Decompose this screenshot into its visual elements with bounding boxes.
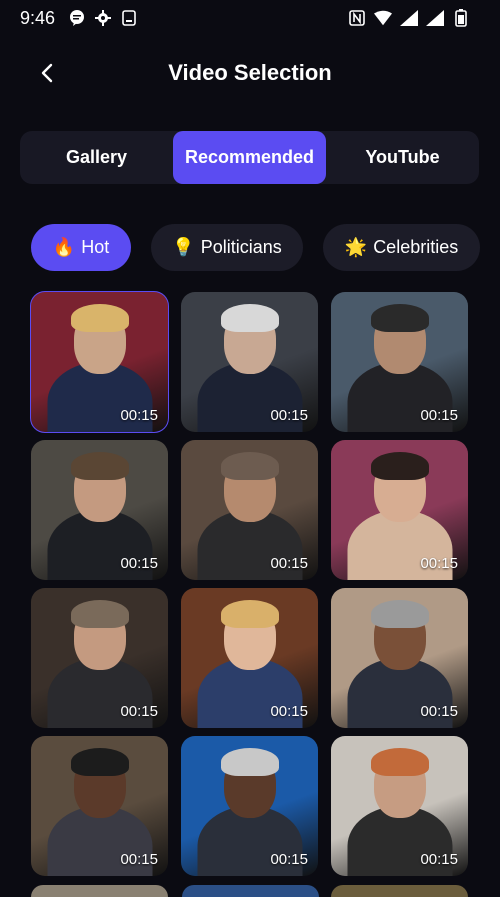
category-chips: 🔥 Hot 💡 Politicians 🌟 Celebrities <box>31 224 481 271</box>
video-duration: 00:15 <box>120 555 158 572</box>
video-thumbnail[interactable]: 00:15 <box>31 736 168 876</box>
video-duration: 00:15 <box>420 555 458 572</box>
next-row-preview <box>31 885 471 897</box>
video-duration: 00:15 <box>270 555 308 572</box>
video-thumbnail[interactable]: 00:15 <box>331 440 468 580</box>
tab-recommended[interactable]: Recommended <box>173 131 326 184</box>
person-hair <box>370 304 429 332</box>
video-thumbnail-partial[interactable] <box>182 885 319 897</box>
person-hair <box>220 304 279 332</box>
person-hair <box>220 748 279 776</box>
video-thumbnail[interactable]: 00:15 <box>31 440 168 580</box>
video-thumbnail[interactable]: 00:15 <box>181 292 318 432</box>
video-duration: 00:15 <box>120 851 158 868</box>
person-hair <box>220 452 279 480</box>
video-thumbnail[interactable]: 00:15 <box>181 440 318 580</box>
person-hair <box>220 600 279 628</box>
video-duration: 00:15 <box>420 703 458 720</box>
chip-label: Politicians <box>200 237 282 257</box>
tab-gallery[interactable]: Gallery <box>20 131 173 184</box>
person-hair <box>70 452 129 480</box>
video-duration: 00:15 <box>270 851 308 868</box>
page-title: Video Selection <box>168 60 332 85</box>
tab-youtube[interactable]: YouTube <box>326 131 479 184</box>
video-thumbnail[interactable]: 00:15 <box>331 588 468 728</box>
chip-celebrities[interactable]: 🌟 Celebrities <box>323 224 480 271</box>
header: Video Selection <box>0 50 500 96</box>
cell-signal-icon <box>400 9 418 27</box>
video-duration: 00:15 <box>420 851 458 868</box>
message-bubble-icon <box>68 9 86 27</box>
video-thumbnail[interactable]: 00:15 <box>181 736 318 876</box>
status-time: 9:46 <box>20 8 56 28</box>
fire-icon: 🔥 <box>52 237 76 257</box>
chip-hot[interactable]: 🔥 Hot <box>31 224 131 271</box>
video-thumbnail[interactable]: 00:15 <box>331 292 468 432</box>
video-thumbnail-partial[interactable] <box>331 885 468 897</box>
video-duration: 00:15 <box>120 407 158 424</box>
video-thumbnail-partial[interactable] <box>31 885 168 897</box>
status-bar: 9:46 <box>0 0 500 38</box>
video-thumbnail[interactable]: 00:15 <box>331 736 468 876</box>
settings-gear-icon <box>94 9 112 27</box>
video-thumbnail[interactable]: 00:15 <box>31 588 168 728</box>
video-duration: 00:15 <box>270 407 308 424</box>
person-hair <box>370 600 429 628</box>
person-hair <box>70 304 129 332</box>
chip-label: Celebrities <box>373 237 459 257</box>
chip-politicians[interactable]: 💡 Politicians <box>151 224 303 271</box>
video-thumbnail[interactable]: 00:15 <box>30 291 169 433</box>
phone-storage-icon <box>120 9 138 27</box>
nfc-icon <box>348 9 366 27</box>
cell-signal-icon <box>426 9 444 27</box>
person-hair <box>70 748 129 776</box>
person-hair <box>370 452 429 480</box>
star-icon: 🌟 <box>344 237 368 257</box>
person-hair <box>70 600 129 628</box>
wifi-icon <box>374 9 392 27</box>
light-bulb-icon: 💡 <box>172 237 195 257</box>
source-tabs: Gallery Recommended YouTube <box>20 131 479 184</box>
video-duration: 00:15 <box>270 703 308 720</box>
person-hair <box>370 748 429 776</box>
video-duration: 00:15 <box>120 703 158 720</box>
video-duration: 00:15 <box>420 407 458 424</box>
video-thumbnail[interactable]: 00:15 <box>181 588 318 728</box>
chip-label: Hot <box>81 237 110 257</box>
battery-icon <box>452 9 470 27</box>
